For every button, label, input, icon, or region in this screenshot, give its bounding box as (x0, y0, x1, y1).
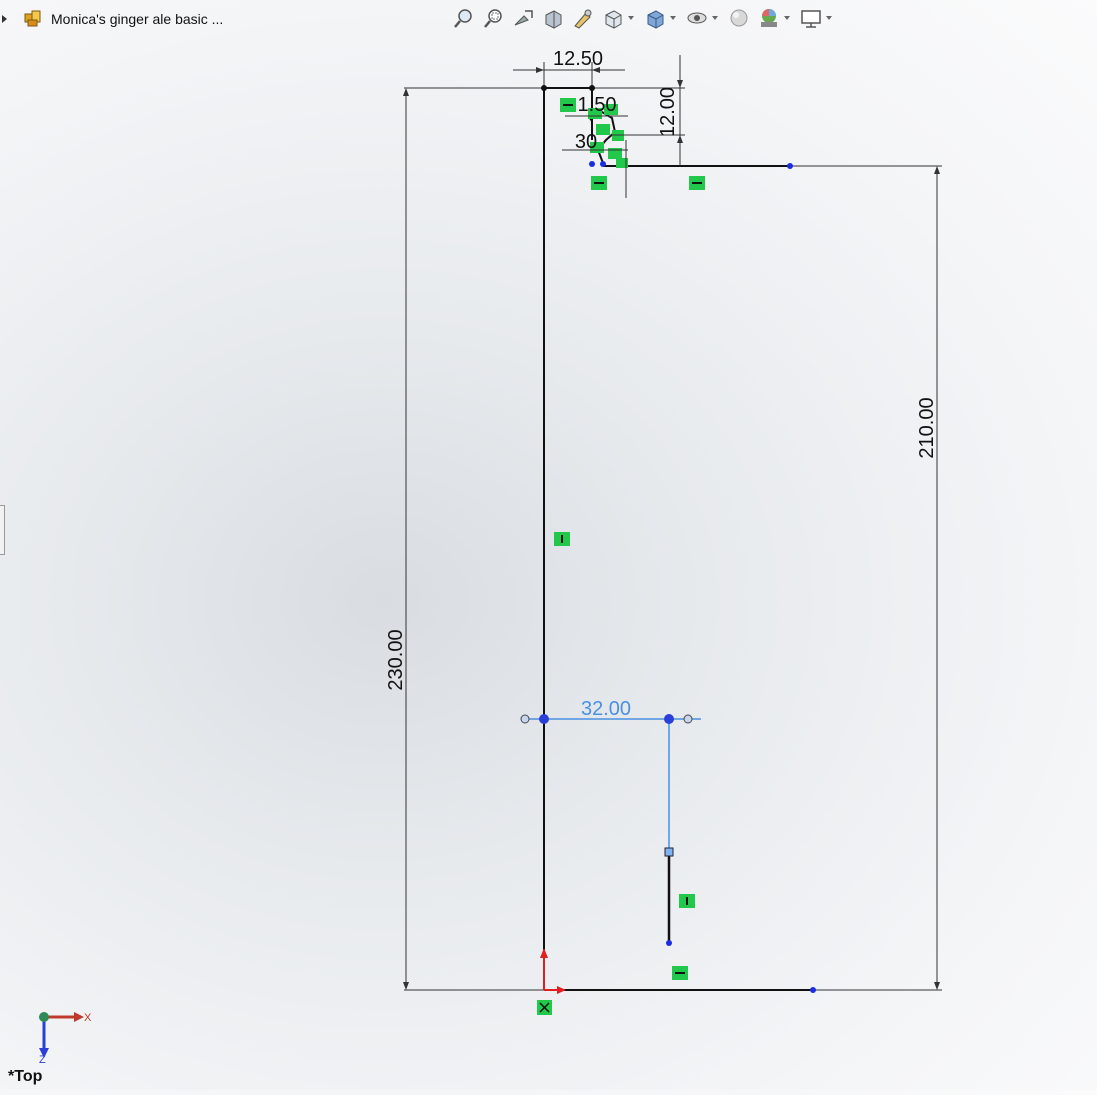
relation-horizontal-1[interactable] (560, 98, 576, 112)
view-orientation-label: *Top (8, 1068, 43, 1085)
dimension-230[interactable] (403, 87, 544, 991)
relation-horizontal-3[interactable] (689, 176, 705, 190)
sketch-graphics-area[interactable]: 230.00 210.00 12.50 1.50 12.00 30 32.00 (0, 0, 1097, 1090)
relation-vertical-2[interactable] (679, 894, 695, 908)
dimension-32-value[interactable]: 32.00 (581, 698, 631, 720)
dimension-12-50-value[interactable]: 12.50 (553, 48, 603, 70)
sketch-points[interactable] (541, 85, 816, 993)
relation-horizontal-4[interactable] (672, 966, 688, 980)
dimension-1-50-value[interactable]: 1.50 (578, 94, 617, 116)
dimension-210[interactable] (790, 165, 942, 991)
dimension-210-value[interactable]: 210.00 (916, 397, 938, 458)
relation-vertical-1[interactable] (554, 532, 570, 546)
dimension-230-value[interactable]: 230.00 (385, 629, 407, 690)
sketch-profile[interactable] (543, 87, 813, 991)
relation-coincident-origin[interactable] (537, 1000, 552, 1015)
dimension-12-00-value[interactable]: 12.00 (657, 87, 679, 137)
triad-x-label: X (84, 1012, 92, 1024)
selected-dimension-handles[interactable] (520, 714, 693, 857)
triad-z-label: Z (39, 1054, 46, 1066)
sketch-origin (540, 948, 566, 994)
construction-lines[interactable] (525, 718, 701, 852)
relation-horizontal-2[interactable] (591, 176, 607, 190)
